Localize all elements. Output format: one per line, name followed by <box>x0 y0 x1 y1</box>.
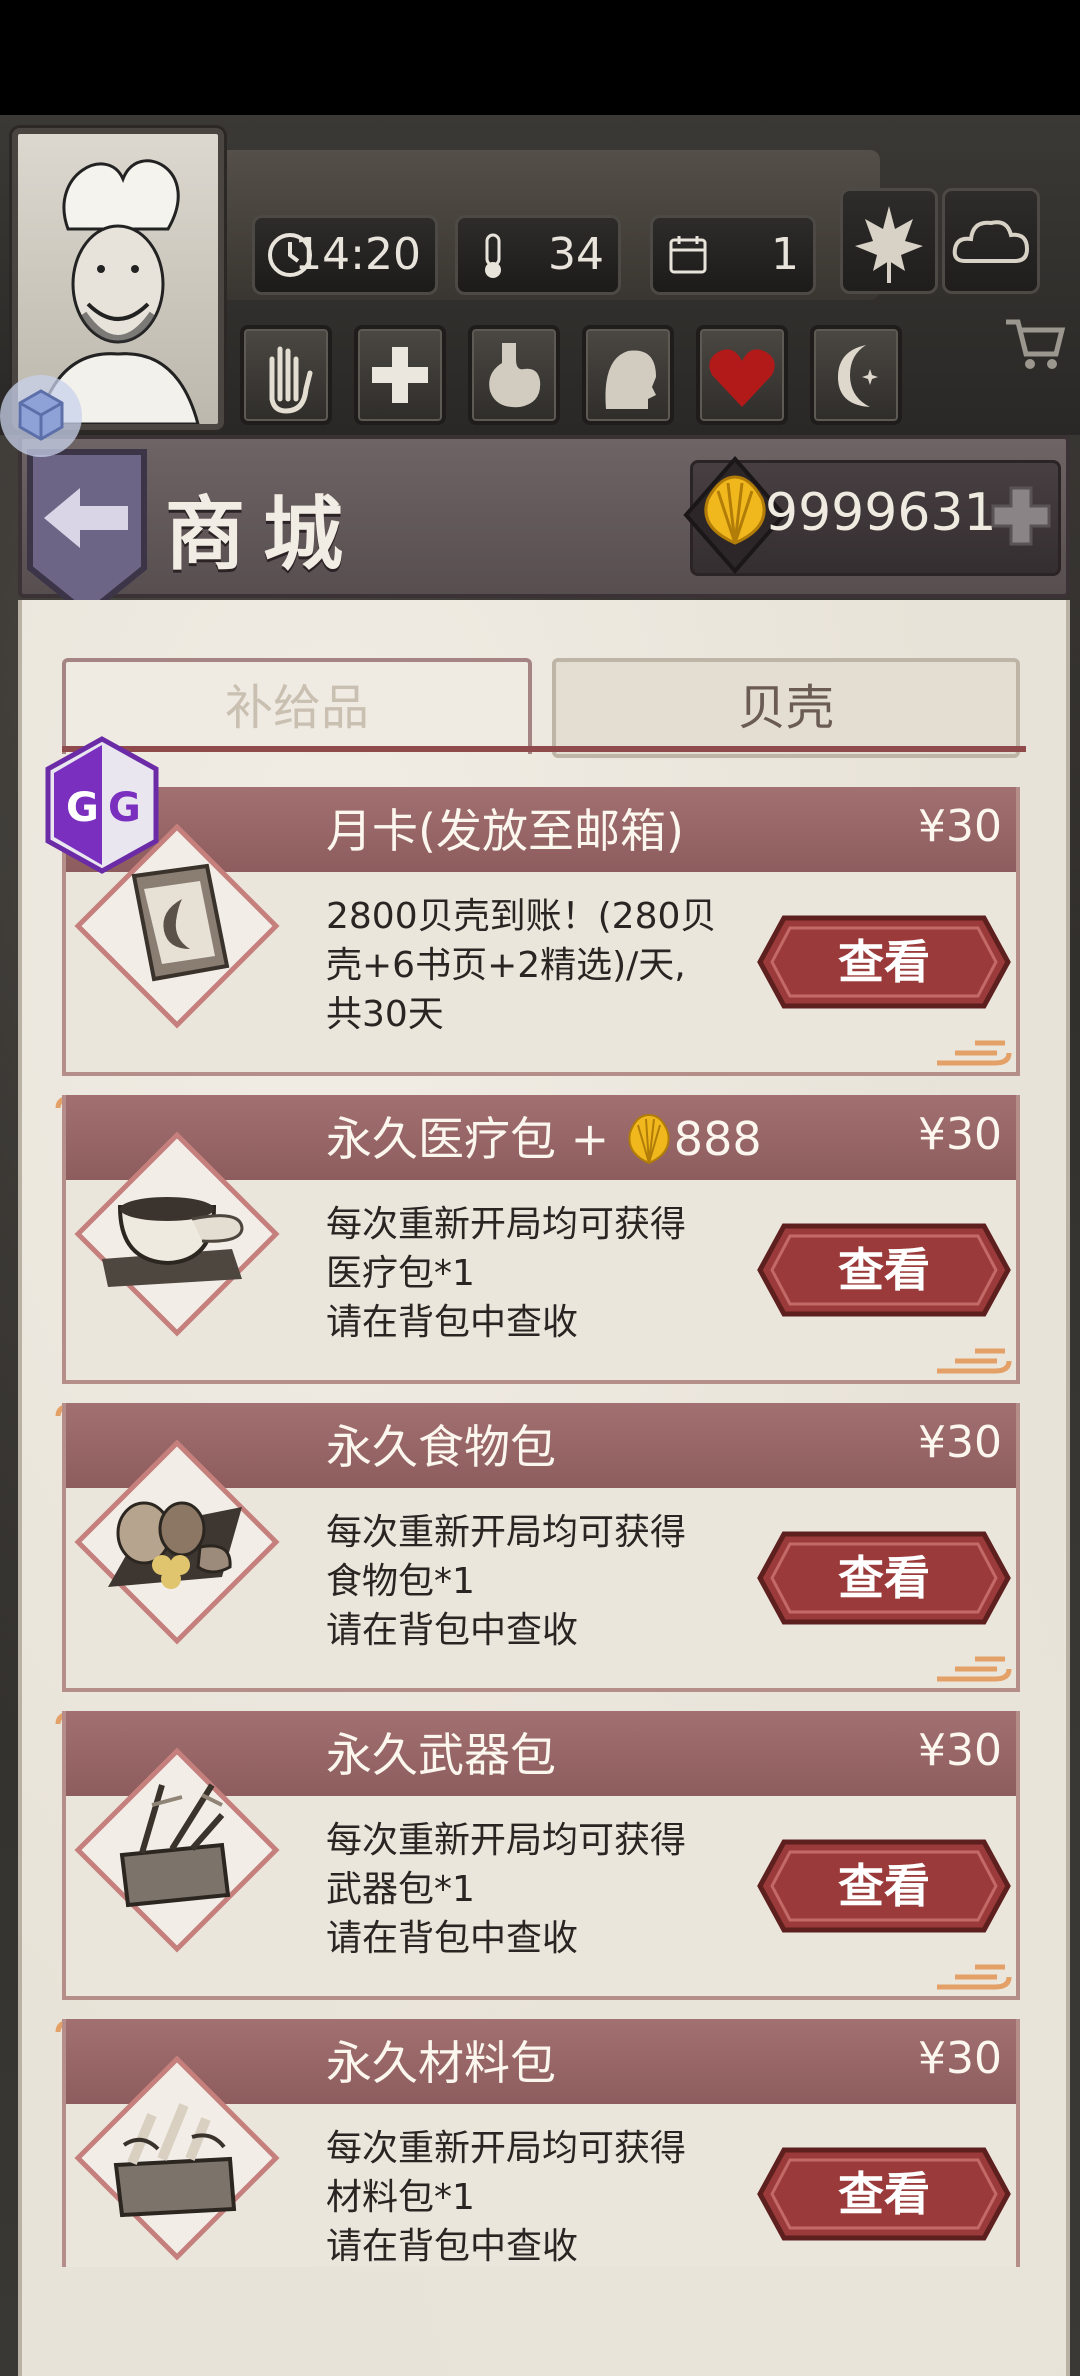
desc-line: 每次重新开局均可获得 <box>326 1820 687 1861</box>
hand-stat-button[interactable] <box>240 325 332 425</box>
moon-icon <box>838 345 878 407</box>
item-icon-frame <box>74 1131 280 1337</box>
svg-text:G: G <box>66 785 99 831</box>
shop-cart-icon[interactable] <box>1000 308 1070 378</box>
svg-text:G: G <box>108 785 141 831</box>
shop-item-monthly-card: 月卡(发放至邮箱) ¥30 2800贝壳到账！(280贝 壳+6书页+2精选)/… <box>62 787 1020 1076</box>
floating-cube-button[interactable] <box>0 375 82 457</box>
stomach-stat-button[interactable] <box>468 325 560 425</box>
desc-line: 壳+6书页+2精选)/天, <box>326 945 686 986</box>
view-button-label: 查看 <box>838 935 930 989</box>
time-display: 14:20 <box>252 215 438 295</box>
item-icon-frame <box>74 2055 280 2261</box>
mind-stat-button[interactable] <box>582 325 674 425</box>
item-title: 永久医疗包 + 888 <box>326 1103 762 1169</box>
system-status-bar <box>0 0 1080 115</box>
view-button-label: 查看 <box>838 1243 930 1297</box>
plus-icon <box>991 486 1051 546</box>
desc-line: 请在背包中查收 <box>326 1302 579 1343</box>
maple-leaf-icon <box>855 206 923 283</box>
item-description: 每次重新开局均可获得 武器包*1 请在背包中查收 <box>326 1816 726 1963</box>
page-title: 商城 <box>165 487 361 581</box>
swirl-ornament-icon <box>937 1964 1012 1990</box>
item-icon-frame <box>74 1747 280 1953</box>
view-button[interactable]: 查看 <box>756 912 1012 1012</box>
item-title: 月卡(发放至邮箱) <box>326 804 684 858</box>
item-title-bonus: 888 <box>673 1112 762 1166</box>
item-price: ¥30 <box>918 2033 1002 2084</box>
plus-cross-icon <box>372 347 428 403</box>
health-stat-button[interactable] <box>354 325 446 425</box>
shop-item-weapon-pack: 永久武器包 ¥30 每次重新开局均可获得 武器包*1 请在背包中查收 查看 <box>62 1711 1020 2000</box>
heart-icon <box>709 349 775 407</box>
stomach-icon <box>489 343 541 408</box>
desc-line: 请在背包中查收 <box>326 1610 579 1651</box>
view-button-label: 查看 <box>838 1551 930 1605</box>
item-price: ¥30 <box>918 801 1002 852</box>
view-button-label: 查看 <box>838 1859 930 1913</box>
currency-value: 999963126 <box>765 483 995 543</box>
shop-item-material-pack: 永久材料包 ¥30 每次重新开局均可获得 材料包*1 请在背包中查收 查看 <box>62 2019 1020 2267</box>
sleep-stat-button[interactable] <box>810 325 902 425</box>
cube-icon <box>18 389 64 441</box>
day-value: 1 <box>771 229 799 280</box>
view-button[interactable]: 查看 <box>756 1528 1012 1628</box>
head-icon <box>605 350 656 409</box>
swirl-ornament-icon <box>937 1040 1012 1066</box>
view-button-label: 查看 <box>838 2167 930 2221</box>
item-title-text: 永久医疗包 + <box>326 1112 624 1166</box>
desc-line: 2800贝壳到账！(280贝 <box>326 896 717 937</box>
shop-item-medical-pack: 永久医疗包 + 888 ¥30 每次重新开局均可获得 医疗包*1 请在背包中查收… <box>62 1095 1020 1384</box>
desc-line: 材料包*1 <box>326 2177 475 2218</box>
heart-stat-button[interactable] <box>696 325 788 425</box>
day-display: 1 <box>650 215 816 295</box>
view-button[interactable]: 查看 <box>756 1220 1012 1320</box>
desc-line: 每次重新开局均可获得 <box>326 2128 687 2169</box>
tab-shells[interactable]: 贝壳 <box>552 658 1020 758</box>
desc-line: 食物包*1 <box>326 1561 475 1602</box>
item-price: ¥30 <box>918 1417 1002 1468</box>
food-pack-icon <box>108 1501 242 1589</box>
item-icon-frame <box>74 1439 280 1645</box>
item-price: ¥30 <box>918 1725 1002 1776</box>
temperature-value: 34 <box>548 229 604 280</box>
thermometer-icon <box>485 233 501 278</box>
shell-icon <box>628 1113 670 1165</box>
calendar-icon <box>669 236 707 274</box>
item-title: 永久武器包 <box>326 1728 556 1782</box>
time-value: 14:20 <box>294 229 421 280</box>
view-button[interactable]: 查看 <box>756 2144 1012 2244</box>
back-button[interactable] <box>22 448 152 618</box>
item-description: 每次重新开局均可获得 食物包*1 请在背包中查收 <box>326 1508 726 1655</box>
tab-divider <box>62 746 1026 752</box>
desc-line: 每次重新开局均可获得 <box>326 1204 687 1245</box>
weather-button[interactable] <box>942 188 1040 294</box>
swirl-ornament-icon <box>937 1348 1012 1374</box>
item-title: 永久材料包 <box>326 2036 556 2090</box>
cloud-icon <box>952 220 1030 263</box>
season-button[interactable] <box>840 188 938 294</box>
hand-icon <box>269 346 313 414</box>
desc-line: 请在背包中查收 <box>326 1918 579 1959</box>
desc-line: 共30天 <box>326 994 444 1035</box>
view-button[interactable]: 查看 <box>756 1836 1012 1936</box>
shop-item-food-pack: 永久食物包 ¥30 每次重新开局均可获得 食物包*1 请在背包中查收 查看 <box>62 1403 1020 1692</box>
item-description: 每次重新开局均可获得 材料包*1 请在背包中查收 <box>326 2124 726 2271</box>
item-description: 每次重新开局均可获得 医疗包*1 请在背包中查收 <box>326 1200 726 1347</box>
item-price: ¥30 <box>918 1109 1002 1160</box>
add-currency-button[interactable] <box>985 480 1057 552</box>
swirl-ornament-icon <box>937 1656 1012 1682</box>
temperature-display: 34 <box>455 215 621 295</box>
item-title: 永久食物包 <box>326 1420 556 1474</box>
gg-overlay-icon[interactable]: G G <box>42 735 162 875</box>
item-description: 2800贝壳到账！(280贝 壳+6书页+2精选)/天, 共30天 <box>326 892 726 1039</box>
desc-line: 医疗包*1 <box>326 1253 475 1294</box>
desc-line: 请在背包中查收 <box>326 2226 579 2267</box>
desc-line: 武器包*1 <box>326 1869 475 1910</box>
desc-line: 每次重新开局均可获得 <box>326 1512 687 1553</box>
